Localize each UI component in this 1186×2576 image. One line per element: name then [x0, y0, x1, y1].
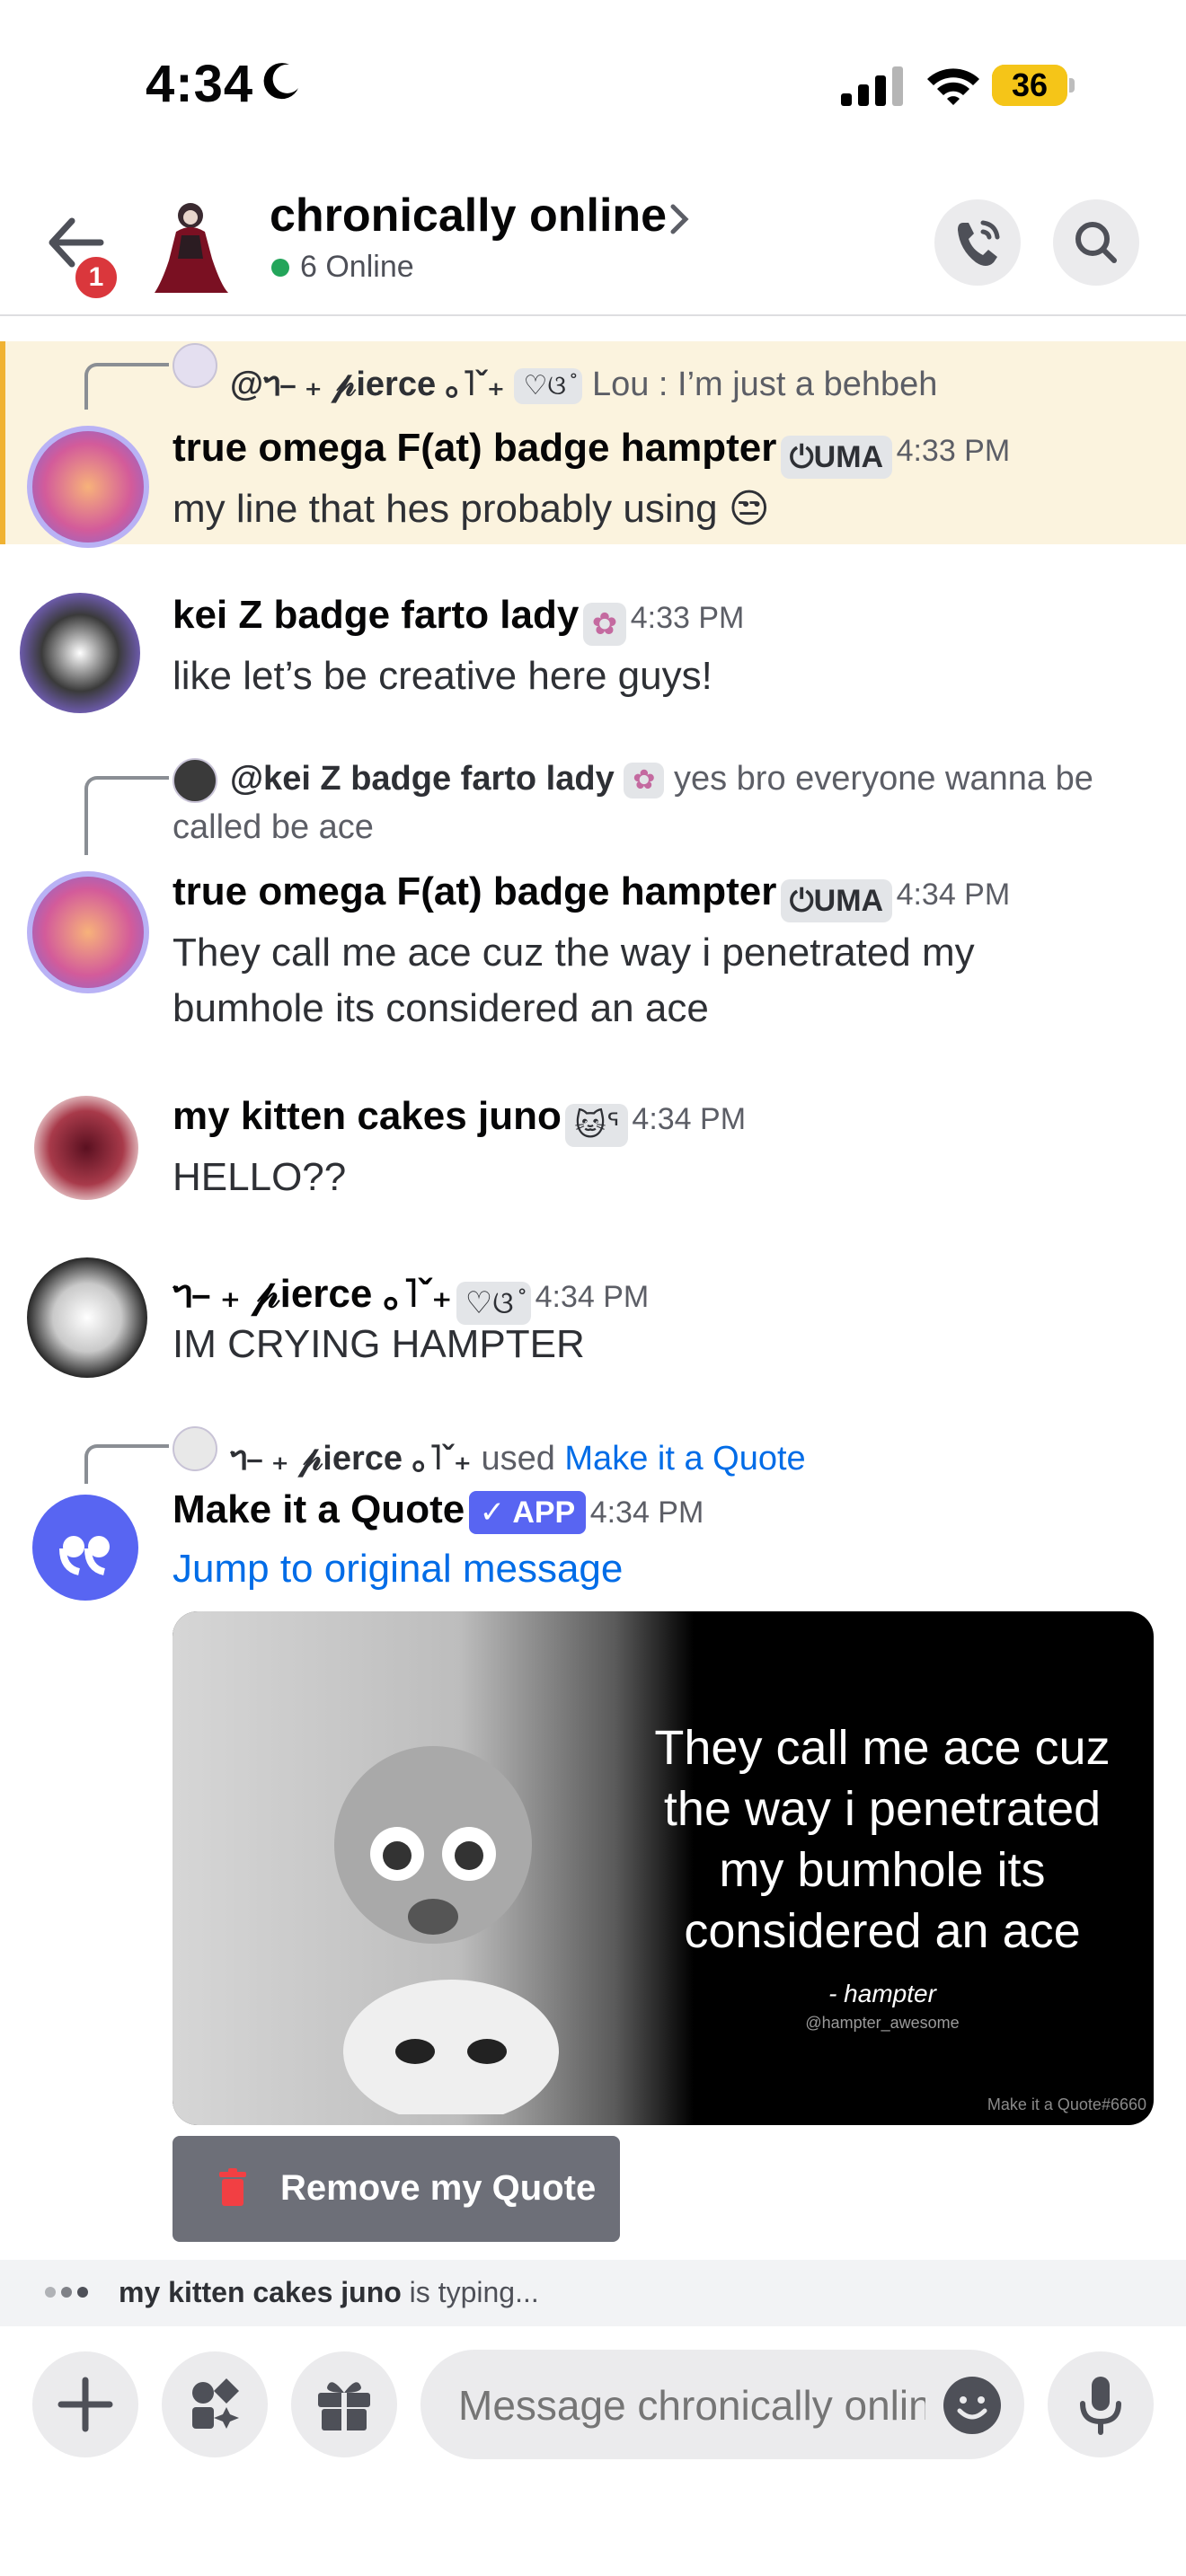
role-tag: ⏻UMA: [780, 435, 893, 479]
typing-text: my kitten cakes juno is typing...: [119, 2276, 539, 2308]
command-usage[interactable]: ᥐ⎯ ₊ 𝓅ierce ｡˥ˇ₊ used Make it a Quote: [230, 1430, 806, 1479]
call-button[interactable]: [934, 199, 1021, 286]
message-header: Make it a Quote ✓ APP 4:34 PM: [173, 1487, 704, 1534]
remove-quote-button[interactable]: Remove my Quote: [173, 2136, 620, 2242]
timestamp: 4:34 PM: [589, 1495, 704, 1530]
reply-preview[interactable]: @ᥐ⎯ ₊ 𝓅ierce ｡˥ˇ₊ ♡ଓ ̊ Lou : I’m just a …: [230, 356, 937, 405]
quote-image[interactable]: They call me ace cuz the way i penetrate…: [173, 1611, 1154, 2125]
quote-author: - hampter: [828, 1980, 936, 2007]
quote-watermark: Make it a Quote#6660: [987, 2095, 1146, 2113]
message-header: ᥐ⎯ ₊ 𝓅ierce ｡˥ˇ₊ ♡ଓ ̊ 4:34 PM: [173, 1261, 649, 1325]
header-divider: [0, 314, 1186, 316]
author-name[interactable]: my kitten cakes juno: [173, 1094, 562, 1138]
message-text: HELLO??: [173, 1155, 347, 1199]
trash-icon: [219, 2168, 246, 2206]
message-header: true omega F(at) badge hampter ⏻UMA 4:34…: [173, 869, 1010, 922]
avatar[interactable]: [27, 426, 149, 548]
character-illustration: [334, 1746, 559, 2114]
signal-icon: [841, 66, 903, 106]
role-emoji-tag: ✿: [582, 602, 627, 646]
author-name[interactable]: Make it a Quote: [173, 1487, 465, 1531]
typing-dots: [45, 2286, 93, 2302]
search-button[interactable]: [1053, 199, 1139, 286]
online-status-dot: [271, 259, 289, 277]
microphone-icon: [1080, 2377, 1121, 2435]
unread-badge: 1: [72, 253, 120, 302]
author-name[interactable]: true omega F(at) badge hampter: [173, 426, 776, 470]
message-header: kei Z badge farto lady ✿ 4:33 PM: [173, 593, 744, 646]
online-count: 6 Online: [300, 250, 414, 284]
message-text: They call me ace cuz the way i penetrate…: [173, 931, 975, 1030]
message-header: true omega F(at) badge hampter ⏻UMA 4:33…: [173, 426, 1010, 479]
message-input[interactable]: [456, 2350, 927, 2461]
reply-preview-continued[interactable]: called be ace: [173, 808, 374, 847]
app-avatar[interactable]: [32, 1495, 138, 1601]
avatar[interactable]: [20, 593, 140, 713]
apps-button[interactable]: [162, 2351, 268, 2457]
gift-button[interactable]: [291, 2351, 397, 2457]
message-input-container[interactable]: [420, 2350, 1024, 2461]
message-text: like let’s be creative here guys!: [173, 654, 712, 698]
apps-icon: [192, 2378, 239, 2429]
timestamp: 4:34 PM: [632, 1102, 747, 1136]
author-name[interactable]: ᥐ⎯ ₊ 𝓅ierce ｡˥ˇ₊: [173, 1272, 452, 1316]
emoji-button[interactable]: [943, 2377, 1001, 2434]
wifi-icon: [927, 68, 979, 105]
voice-message-button[interactable]: [1048, 2351, 1154, 2457]
avatar[interactable]: [34, 1096, 138, 1200]
reply-avatar[interactable]: [173, 1426, 217, 1471]
reply-connector: [84, 363, 169, 410]
emoji-icon: [957, 2396, 987, 2420]
moon-icon: [263, 63, 298, 100]
message-text: my line that hes probably using 😒: [173, 487, 770, 531]
quote-text: They call me ace cuz the way i penetrate…: [654, 1721, 1111, 1958]
reply-avatar[interactable]: [173, 343, 217, 388]
timestamp: 4:33 PM: [896, 434, 1011, 468]
phone-call-icon: [958, 220, 1000, 266]
author-name[interactable]: kei Z badge farto lady: [173, 593, 579, 637]
role-emoji-tag: 🐱ᕐ: [565, 1103, 628, 1147]
reply-preview[interactable]: @kei Z badge farto lady ✿ yes bro everyo…: [230, 760, 1093, 798]
reply-avatar[interactable]: [173, 758, 217, 803]
message-text: IM CRYING HAMPTER: [173, 1322, 585, 1366]
timestamp: 4:34 PM: [535, 1280, 650, 1314]
reply-connector: [84, 776, 169, 855]
channel-title[interactable]: chronically online: [270, 189, 667, 243]
role-tag: ⏻UMA: [780, 878, 893, 922]
timestamp: 4:33 PM: [630, 601, 745, 635]
remove-quote-label: Remove my Quote: [280, 2168, 597, 2208]
app-tag: ✓ APP: [468, 1491, 587, 1534]
avatar[interactable]: [27, 871, 149, 993]
avatar[interactable]: [27, 1257, 147, 1378]
highlight-bar: [0, 341, 5, 544]
battery-icon: 36: [992, 65, 1075, 106]
reply-connector: [84, 1444, 169, 1484]
quote-marks-icon: [59, 1536, 110, 1575]
search-icon: [1075, 222, 1117, 263]
server-icon[interactable]: [149, 196, 230, 295]
plus-icon: [58, 2377, 113, 2432]
timestamp: 4:34 PM: [896, 878, 1011, 912]
chevron-right-icon[interactable]: [668, 203, 690, 235]
status-time: 4:34: [146, 55, 254, 113]
gift-icon: [318, 2382, 370, 2430]
message-header: my kitten cakes juno 🐱ᕐ 4:34 PM: [173, 1094, 746, 1147]
add-button[interactable]: [32, 2351, 138, 2457]
jump-to-original-link[interactable]: Jump to original message: [173, 1541, 623, 1597]
author-name[interactable]: true omega F(at) badge hampter: [173, 869, 776, 913]
quote-handle: @hampter_awesome: [805, 2014, 960, 2032]
